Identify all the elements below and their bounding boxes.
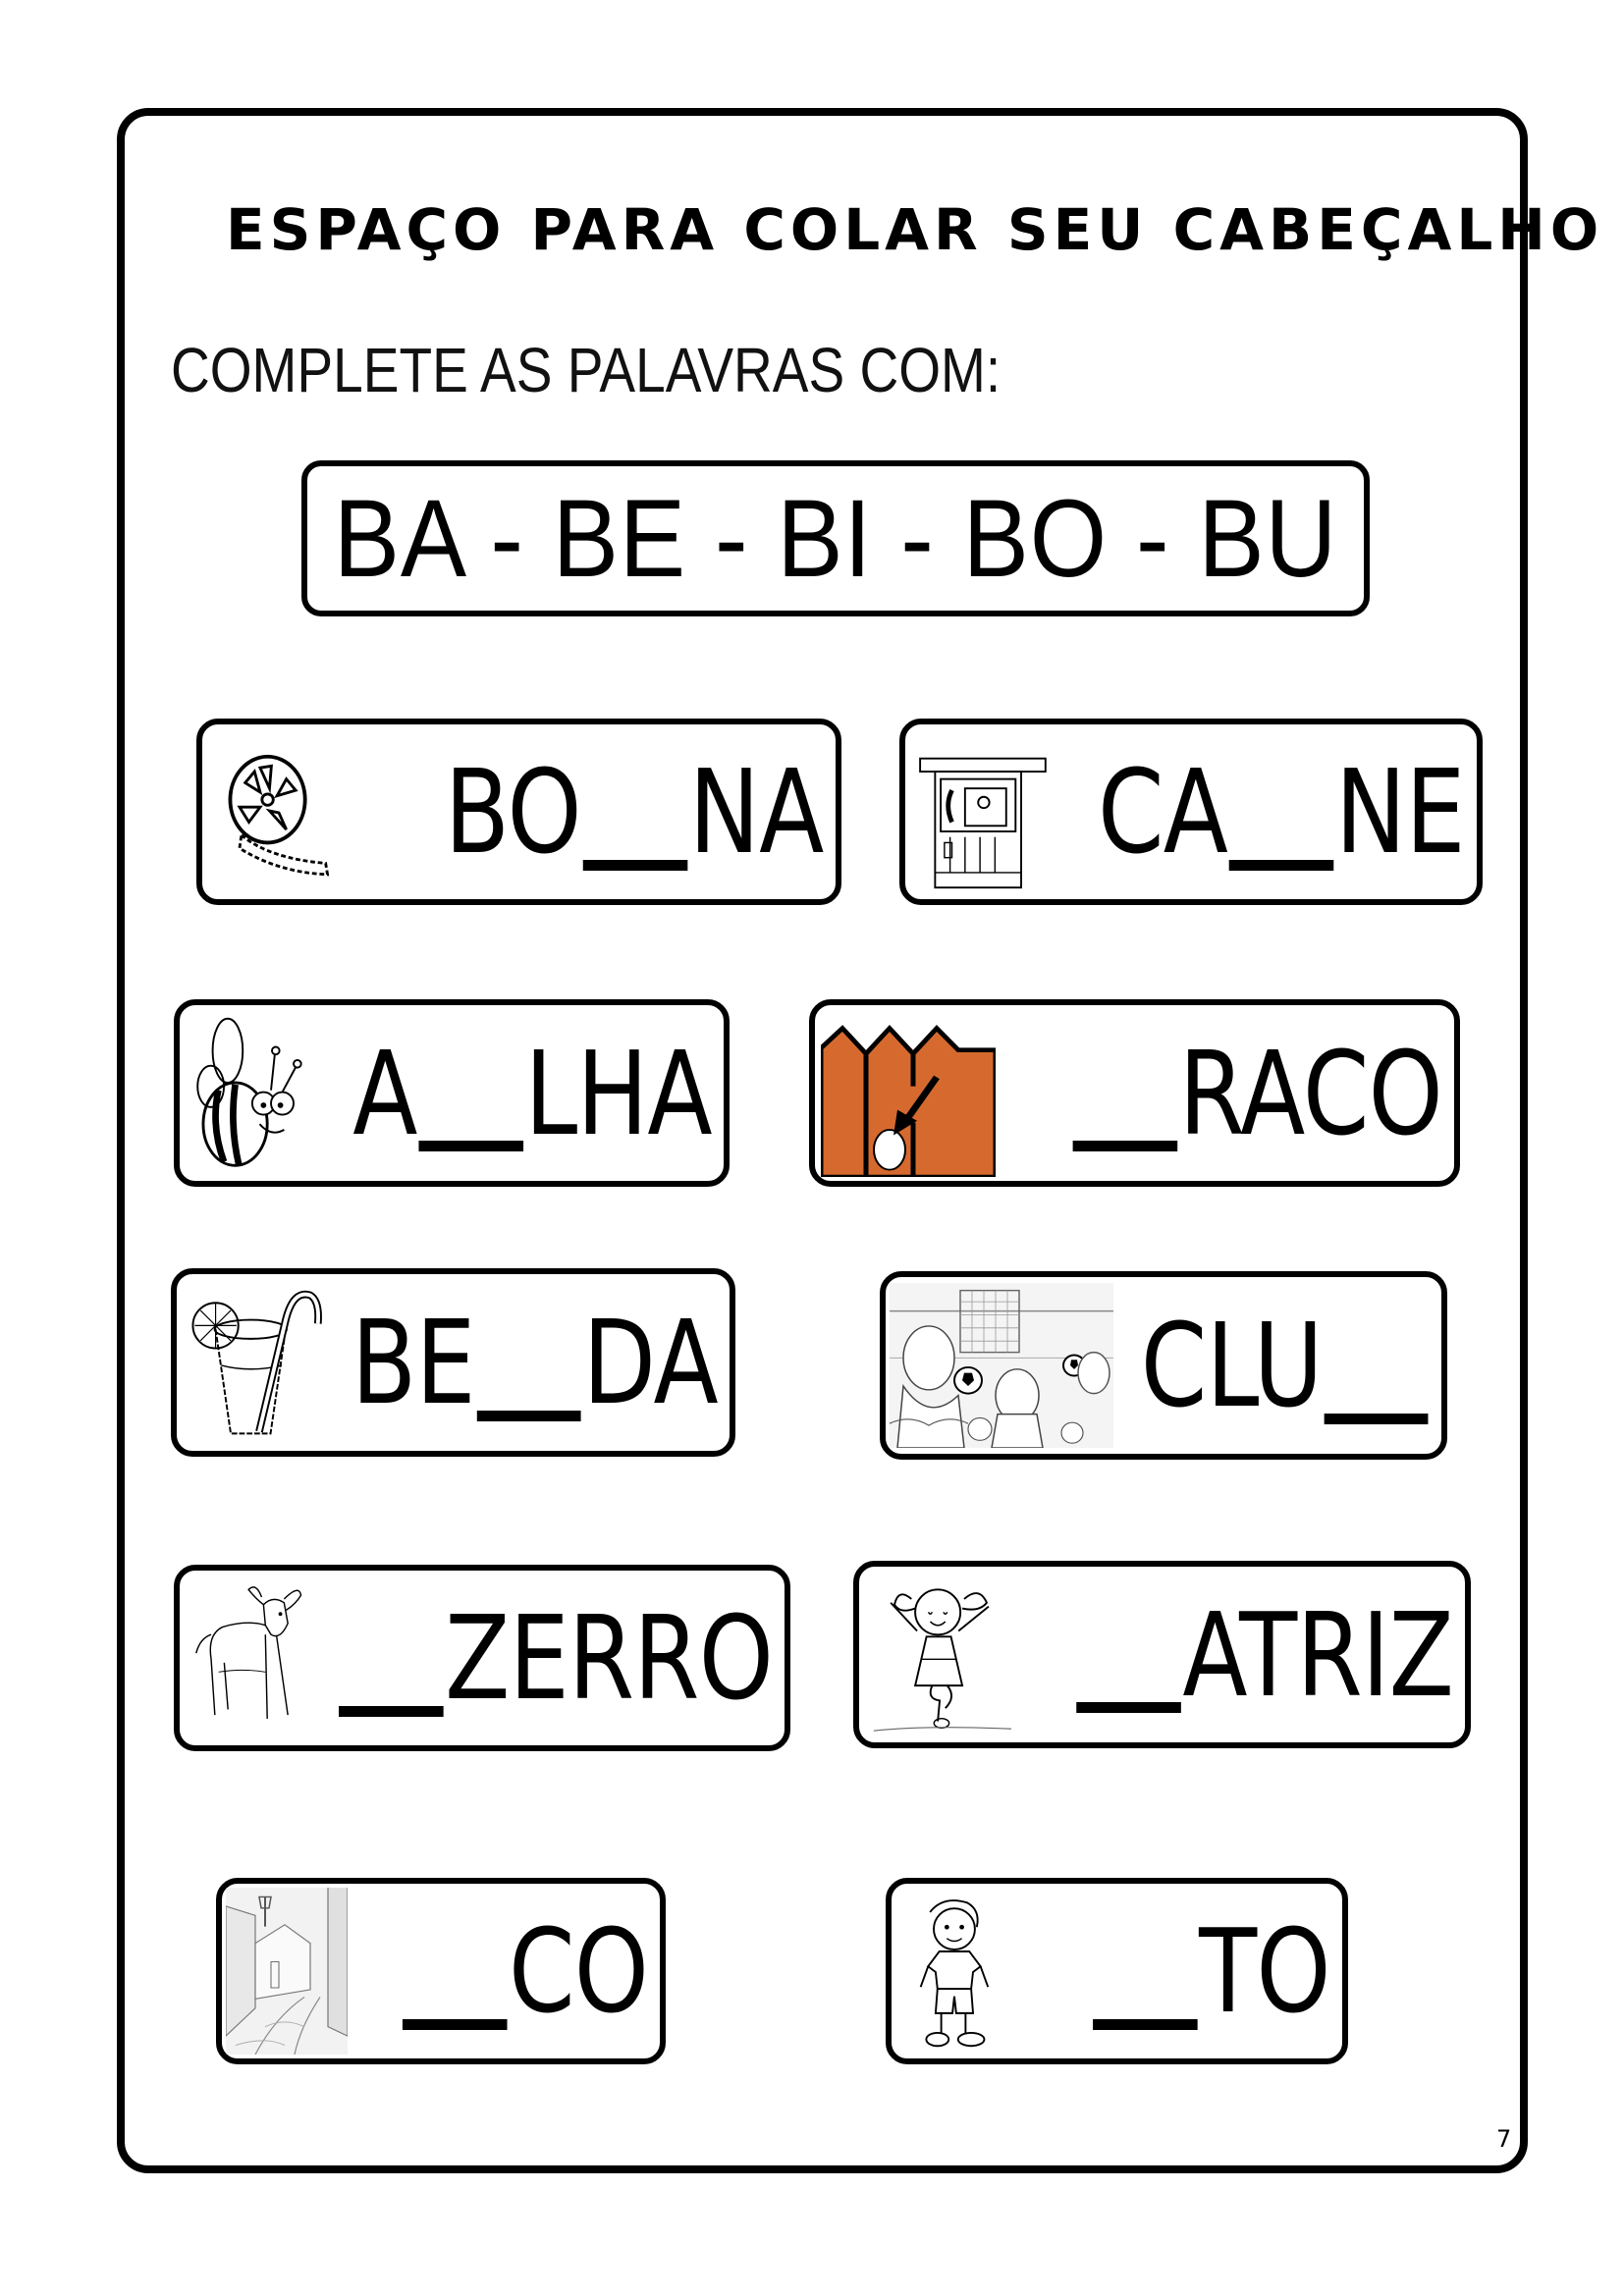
exercise-card: A LHA [174,999,730,1187]
incomplete-word: CLU [1140,1277,1430,1454]
incomplete-word: TO [1092,1884,1331,2058]
bee-icon [188,1013,309,1173]
incomplete-word: CA NE [1098,724,1466,899]
word-end: NE [1335,744,1466,880]
word-end: DA [582,1295,719,1430]
syllable-box: BA - BE - BI - BO - BU [301,460,1370,616]
syllable-list: BA - BE - BI - BO - BU [333,477,1338,600]
word-end: LHA [524,1025,713,1161]
juice-glass-icon [185,1282,332,1443]
incomplete-word: CO [401,1884,649,2058]
answer-blank[interactable] [1072,1035,1178,1152]
answer-blank[interactable] [582,753,688,871]
phone-booth-icon [913,732,1051,891]
word-end: ZERRO [445,1590,774,1726]
word-end: NA [689,744,825,880]
answer-blank[interactable] [1093,1912,1198,2030]
word-start: CA [1098,744,1228,880]
answer-blank[interactable] [338,1599,444,1717]
incomplete-word: ZERRO [337,1571,774,1745]
page-number: 7 [1496,2125,1512,2153]
alley-street-icon [226,1888,348,2055]
exercise-card: CLU [880,1271,1447,1460]
exercise-card: RACO [809,999,1460,1187]
answer-blank[interactable] [1229,753,1334,871]
header-placeholder-title: ESPAÇO PARA COLAR SEU CABEÇALHO [226,196,1604,263]
word-start: BE [352,1295,476,1430]
incomplete-word: A LHA [352,1005,713,1181]
incomplete-word: BO NA [445,724,825,899]
soccer-club-scene-icon [890,1283,1113,1448]
film-reel-icon [210,732,348,891]
answer-blank[interactable] [418,1035,523,1152]
word-start: BO [445,744,582,880]
word-end: TO [1199,1903,1330,2039]
incomplete-word: ATRIZ [1075,1567,1454,1742]
fence-hole-icon [821,1023,996,1177]
word-start: A [352,1025,417,1161]
exercise-card: BO NA [196,719,841,905]
answer-blank[interactable] [402,1912,508,2030]
exercise-card: ATRIZ [853,1561,1471,1748]
boy-icon [899,1892,1007,2051]
word-end: RACO [1178,1025,1443,1161]
exercise-card: ZERRO [174,1565,790,1751]
word-end: ATRIZ [1182,1586,1454,1723]
exercise-card: BE DA [171,1268,735,1457]
answer-blank[interactable] [1076,1596,1181,1714]
instruction-text: COMPLETE AS PALAVRAS COM: [171,335,1001,405]
word-end: CO [508,1903,649,2039]
exercise-card: CO [216,1878,666,2064]
exercise-card: CA NE [899,719,1483,905]
dancing-girl-icon [867,1575,1014,1735]
calf-icon [188,1578,315,1737]
exercise-card: TO [886,1878,1348,2064]
incomplete-word: RACO [1071,1005,1443,1181]
answer-blank[interactable] [476,1304,581,1421]
answer-blank[interactable] [1323,1307,1429,1424]
incomplete-word: BE DA [352,1274,719,1451]
word-start: CLU [1140,1298,1323,1433]
